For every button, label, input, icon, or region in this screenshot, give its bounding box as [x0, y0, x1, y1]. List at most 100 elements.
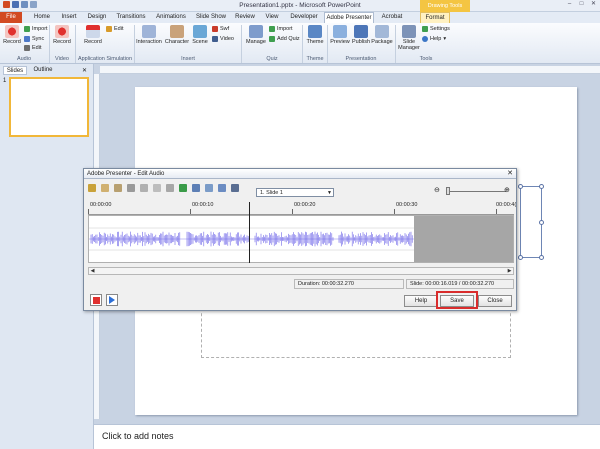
close-pane-icon[interactable]: ✕ [82, 67, 87, 74]
close-icon[interactable]: ✕ [589, 1, 598, 8]
audio-sync-button[interactable]: Sync [24, 36, 44, 42]
preview-icon [333, 25, 347, 38]
unused-region [414, 216, 513, 262]
tab-view[interactable]: View [261, 12, 283, 23]
tab-acrobat[interactable]: Acrobat [378, 12, 406, 23]
close-button[interactable]: Close [478, 295, 512, 307]
content-placeholder[interactable] [201, 308, 511, 358]
resize-handle[interactable] [539, 184, 544, 189]
package-button[interactable]: Package [371, 25, 393, 45]
publish-button[interactable]: Publish [351, 25, 371, 45]
tick [394, 209, 395, 214]
selected-shape[interactable] [518, 184, 544, 260]
swf-button[interactable]: Swf [212, 26, 229, 32]
slide-select[interactable]: 1. Slide 1 ▼ [256, 188, 334, 197]
slide-thumbnail[interactable] [9, 77, 89, 137]
cut-icon[interactable] [127, 183, 135, 192]
minimize-icon[interactable]: – [565, 1, 574, 8]
insert-silence-icon[interactable] [179, 183, 187, 192]
resize-handle[interactable] [539, 220, 544, 225]
adjust-levels-icon[interactable] [205, 183, 213, 192]
interaction-button[interactable]: Interaction [136, 25, 162, 45]
theme-button[interactable]: Theme [305, 25, 325, 45]
help-menu-button[interactable]: Help ▾ [422, 36, 446, 42]
import-icon [24, 26, 30, 32]
adjust-volume-icon[interactable] [192, 183, 200, 192]
scroll-right-icon[interactable]: ▶ [506, 268, 513, 274]
zoom-slider[interactable] [446, 191, 506, 192]
tab-format[interactable]: Format [420, 12, 450, 23]
horizontal-scrollbar[interactable]: ◀ ▶ [88, 267, 514, 275]
copy-icon[interactable] [140, 183, 148, 192]
help-icon [422, 36, 428, 42]
resize-handle[interactable] [539, 255, 544, 260]
audio-edit-button[interactable]: Edit [24, 45, 41, 51]
tab-adobe-presenter[interactable]: Adobe Presenter [324, 12, 374, 23]
redo-icon[interactable] [114, 183, 122, 192]
tick [88, 209, 89, 214]
undo-icon[interactable] [101, 183, 109, 192]
window-controls: – □ ✕ [565, 1, 598, 8]
tab-animations[interactable]: Animations [153, 12, 189, 23]
tab-developer[interactable]: Developer [286, 12, 322, 23]
zoom-slider-thumb[interactable] [446, 187, 450, 195]
notes-placeholder[interactable]: Click to add notes [102, 431, 174, 441]
notes-pane[interactable]: Click to add notes [94, 424, 600, 449]
quiz-manage-button[interactable]: Manage [244, 25, 268, 45]
slide-manager-button[interactable]: Slide Manager [398, 25, 420, 51]
appsim-edit-button[interactable]: Edit [106, 26, 123, 32]
video-insert-button[interactable]: Video [212, 36, 234, 42]
play-button[interactable] [106, 294, 118, 306]
play-icon [109, 296, 115, 304]
group-presentation-label: Presentation [345, 56, 377, 62]
timeline-label: 00:00:4( [496, 202, 517, 208]
appsim-record-button[interactable]: Record [82, 25, 104, 45]
open-icon[interactable] [88, 183, 96, 192]
slide-time-readout: Slide: 00:00:16.019 / 00:00:32.270 [406, 279, 514, 289]
scroll-left-icon[interactable]: ◀ [89, 268, 96, 274]
tab-slides[interactable]: Slides [3, 66, 27, 75]
zoom-out-icon[interactable]: ⊖ [434, 186, 440, 194]
tab-file[interactable]: File [0, 12, 22, 23]
video-icon [212, 36, 218, 42]
zoom-in-icon[interactable]: ⊕ [504, 186, 510, 194]
video-record-button[interactable]: Record [52, 25, 72, 45]
maximize-icon[interactable]: □ [577, 1, 586, 8]
tab-home[interactable]: Home [30, 12, 54, 23]
tab-design[interactable]: Design [84, 12, 110, 23]
audio-record-button[interactable]: Record [3, 25, 21, 45]
quiz-import-button[interactable]: Import [269, 26, 293, 32]
tab-transitions[interactable]: Transitions [113, 12, 149, 23]
audio-import-button[interactable]: Import [24, 26, 48, 32]
character-button[interactable]: Character [164, 25, 190, 45]
group-theme-label: Theme [306, 56, 324, 62]
tab-insert[interactable]: Insert [58, 12, 80, 23]
timeline-ruler[interactable]: 00:00:00 00:00:10 00:00:20 00:00:30 00:0… [88, 202, 517, 215]
help-button[interactable]: Help [404, 295, 438, 307]
tab-slide-show[interactable]: Slide Show [193, 12, 229, 23]
playhead[interactable] [249, 202, 250, 263]
scene-button[interactable]: Scene [191, 25, 209, 45]
record-button[interactable] [90, 294, 102, 306]
ribbon: Record Import Sync Edit Audio Record Vid… [0, 23, 600, 64]
group-video-label: Video [55, 56, 69, 62]
drawing-tools-header: Drawing Tools [420, 0, 470, 12]
resize-handle[interactable] [518, 184, 523, 189]
slide-icon[interactable] [231, 183, 239, 192]
settings-button[interactable]: Settings [422, 26, 450, 32]
ribbon-tabs: File Home Insert Design Transitions Anim… [0, 12, 600, 23]
tab-review[interactable]: Review [232, 12, 258, 23]
theme-icon [308, 25, 322, 38]
resize-handle[interactable] [518, 255, 523, 260]
speaker-icon[interactable] [218, 183, 226, 192]
tab-outline[interactable]: Outline [29, 66, 57, 75]
timeline-label: 00:00:00 [90, 202, 112, 208]
dialog-close-icon[interactable]: ✕ [506, 170, 514, 178]
paste-icon[interactable] [153, 183, 161, 192]
add-quiz-button[interactable]: Add Quiz [269, 36, 300, 42]
screen-record-icon [86, 25, 100, 38]
group-audio-label: Audio [16, 56, 32, 62]
delete-icon[interactable] [166, 183, 174, 192]
preview-button[interactable]: Preview [329, 25, 351, 45]
settings-icon [422, 26, 428, 32]
